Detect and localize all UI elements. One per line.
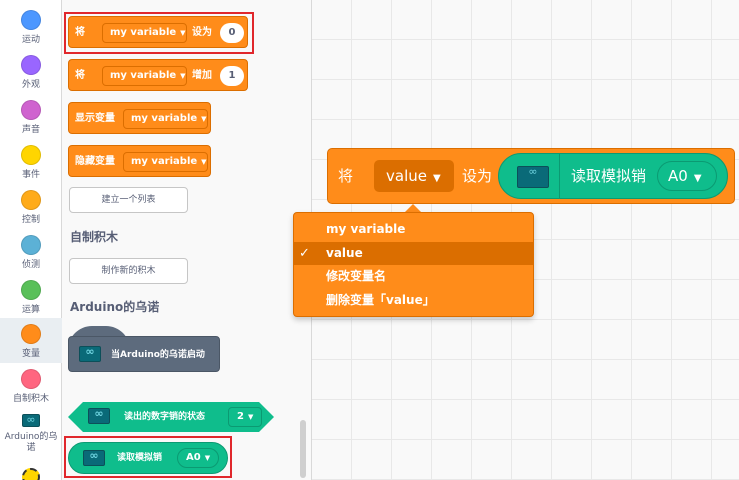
category-operators[interactable]: 运算 bbox=[0, 274, 62, 319]
block-text: 将 bbox=[338, 167, 354, 185]
category-control[interactable]: 控制 bbox=[0, 184, 62, 229]
arduino-heading: Arduino的乌诺 bbox=[70, 300, 160, 314]
category-sound[interactable]: 声音 bbox=[0, 94, 62, 139]
block-text: 当Arduino的乌诺启动 bbox=[111, 350, 205, 360]
make-block-button[interactable]: 制作新的积木 bbox=[69, 258, 188, 284]
block-text: 读取模拟销 bbox=[571, 167, 647, 185]
dropdown-option-my-variable[interactable]: my variable bbox=[294, 218, 533, 241]
category-sidebar: 运动 外观 声音 事件 控制 侦测 运算 变量 自制积木 Arduino的乌 诺 bbox=[0, 0, 62, 480]
dropdown-value: my variable bbox=[131, 156, 198, 167]
arduino-board-icon bbox=[517, 165, 549, 188]
category-label: 运动 bbox=[21, 35, 40, 45]
category-label: 自制积木 bbox=[12, 394, 49, 404]
category-label: 声音 bbox=[21, 125, 40, 135]
block-text: 显示变量 bbox=[75, 113, 115, 124]
variable-dropdown-menu: my variable ✓ value 修改变量名 删除变量「value」 bbox=[293, 212, 534, 317]
arduino-board-icon bbox=[22, 413, 40, 427]
digital-read-block[interactable]: 读出的数字销的状态 2▼ bbox=[68, 402, 274, 432]
make-list-button[interactable]: 建立一个列表 bbox=[69, 187, 188, 213]
category-my-blocks[interactable]: 自制积木 bbox=[0, 363, 62, 408]
block-palette: 将 my variable ▼ 设为 0 将 my variable ▼ 增加 1 … bbox=[62, 0, 312, 480]
block-text: 增加 bbox=[192, 70, 212, 81]
category-motion[interactable]: 运动 bbox=[0, 4, 62, 49]
my-blocks-dot-icon bbox=[21, 369, 41, 389]
pin-dropdown[interactable]: 2 ▼ bbox=[228, 407, 262, 427]
show-variable-block[interactable]: 显示变量 my variable ▼ bbox=[68, 102, 211, 134]
category-variables[interactable]: 变量 bbox=[0, 318, 62, 363]
option-label: 删除变量「value」 bbox=[326, 293, 435, 307]
dropdown-option-rename[interactable]: 修改变量名 bbox=[294, 265, 533, 288]
control-dot-icon bbox=[21, 190, 41, 210]
workspace-analog-read-reporter[interactable]: 读取模拟销 A0 ▼ bbox=[498, 153, 728, 199]
block-text: 隐藏变量 bbox=[75, 156, 115, 167]
caret-down-icon: ▼ bbox=[201, 115, 207, 123]
category-label: 外观 bbox=[21, 80, 40, 90]
category-label: 运算 bbox=[21, 305, 40, 315]
category-label: Arduino的乌 诺 bbox=[4, 432, 58, 453]
caret-down-icon: ▼ bbox=[693, 173, 702, 184]
sensing-dot-icon bbox=[21, 235, 41, 255]
caret-down-icon: ▼ bbox=[432, 173, 441, 184]
dropdown-value: value bbox=[386, 167, 427, 185]
dropdown-option-value[interactable]: ✓ value bbox=[294, 242, 533, 265]
block-text: 读出的数字销的状态 bbox=[124, 412, 206, 422]
variable-dropdown[interactable]: my variable ▼ bbox=[102, 66, 187, 86]
dropdown-value: my variable bbox=[110, 70, 177, 81]
arduino-board-icon bbox=[79, 345, 101, 362]
value-input[interactable]: 1 bbox=[220, 66, 244, 86]
highlight-box bbox=[64, 12, 254, 54]
variable-dropdown[interactable]: my variable ▼ bbox=[123, 152, 208, 172]
category-events[interactable]: 事件 bbox=[0, 139, 62, 184]
arduino-board-icon bbox=[88, 408, 110, 424]
change-variable-block[interactable]: 将 my variable ▼ 增加 1 bbox=[68, 59, 248, 91]
option-label: 修改变量名 bbox=[326, 269, 387, 283]
category-sensing[interactable]: 侦测 bbox=[0, 229, 62, 274]
option-label: my variable bbox=[326, 222, 406, 236]
dropdown-value: A0 bbox=[668, 167, 688, 185]
option-label: value bbox=[326, 246, 363, 260]
caret-down-icon: ▼ bbox=[247, 413, 254, 421]
checkmark-icon: ✓ bbox=[299, 246, 310, 261]
events-dot-icon bbox=[21, 145, 41, 165]
dropdown-option-delete[interactable]: 删除变量「value」 bbox=[294, 289, 533, 312]
workspace-variable-dropdown[interactable]: value ▼ bbox=[374, 160, 454, 192]
divider bbox=[559, 154, 560, 198]
category-label: 变量 bbox=[21, 349, 40, 359]
block-text: 将 bbox=[75, 70, 85, 81]
caret-down-icon: ▼ bbox=[201, 158, 207, 166]
category-label: 控制 bbox=[21, 215, 40, 225]
motion-dot-icon bbox=[21, 10, 41, 30]
category-looks[interactable]: 外观 bbox=[0, 49, 62, 94]
arduino-start-hat-block[interactable]: 当Arduino的乌诺启动 bbox=[68, 336, 220, 372]
operators-dot-icon bbox=[21, 280, 41, 300]
extension-gear-icon[interactable] bbox=[22, 468, 40, 480]
category-label: 事件 bbox=[21, 170, 40, 180]
my-blocks-heading: 自制积木 bbox=[70, 230, 119, 244]
palette-scrollbar[interactable] bbox=[300, 420, 306, 478]
caret-down-icon: ▼ bbox=[180, 72, 186, 80]
variables-dot-icon bbox=[21, 324, 41, 344]
hide-variable-block[interactable]: 隐藏变量 my variable ▼ bbox=[68, 145, 211, 177]
highlight-box bbox=[64, 436, 232, 478]
dropdown-value: 2 bbox=[237, 411, 244, 422]
category-arduino[interactable]: Arduino的乌 诺 bbox=[0, 410, 62, 458]
workspace-pin-dropdown[interactable]: A0 ▼ bbox=[657, 161, 717, 191]
dropdown-value: my variable bbox=[131, 113, 198, 124]
looks-dot-icon bbox=[21, 55, 41, 75]
sound-dot-icon bbox=[21, 100, 41, 120]
variable-dropdown[interactable]: my variable ▼ bbox=[123, 109, 208, 129]
block-text: 设为 bbox=[462, 167, 493, 185]
category-label: 侦测 bbox=[21, 260, 40, 270]
workspace-set-variable-block[interactable]: 将 value ▼ 设为 读取模拟销 A0 ▼ bbox=[327, 148, 735, 204]
